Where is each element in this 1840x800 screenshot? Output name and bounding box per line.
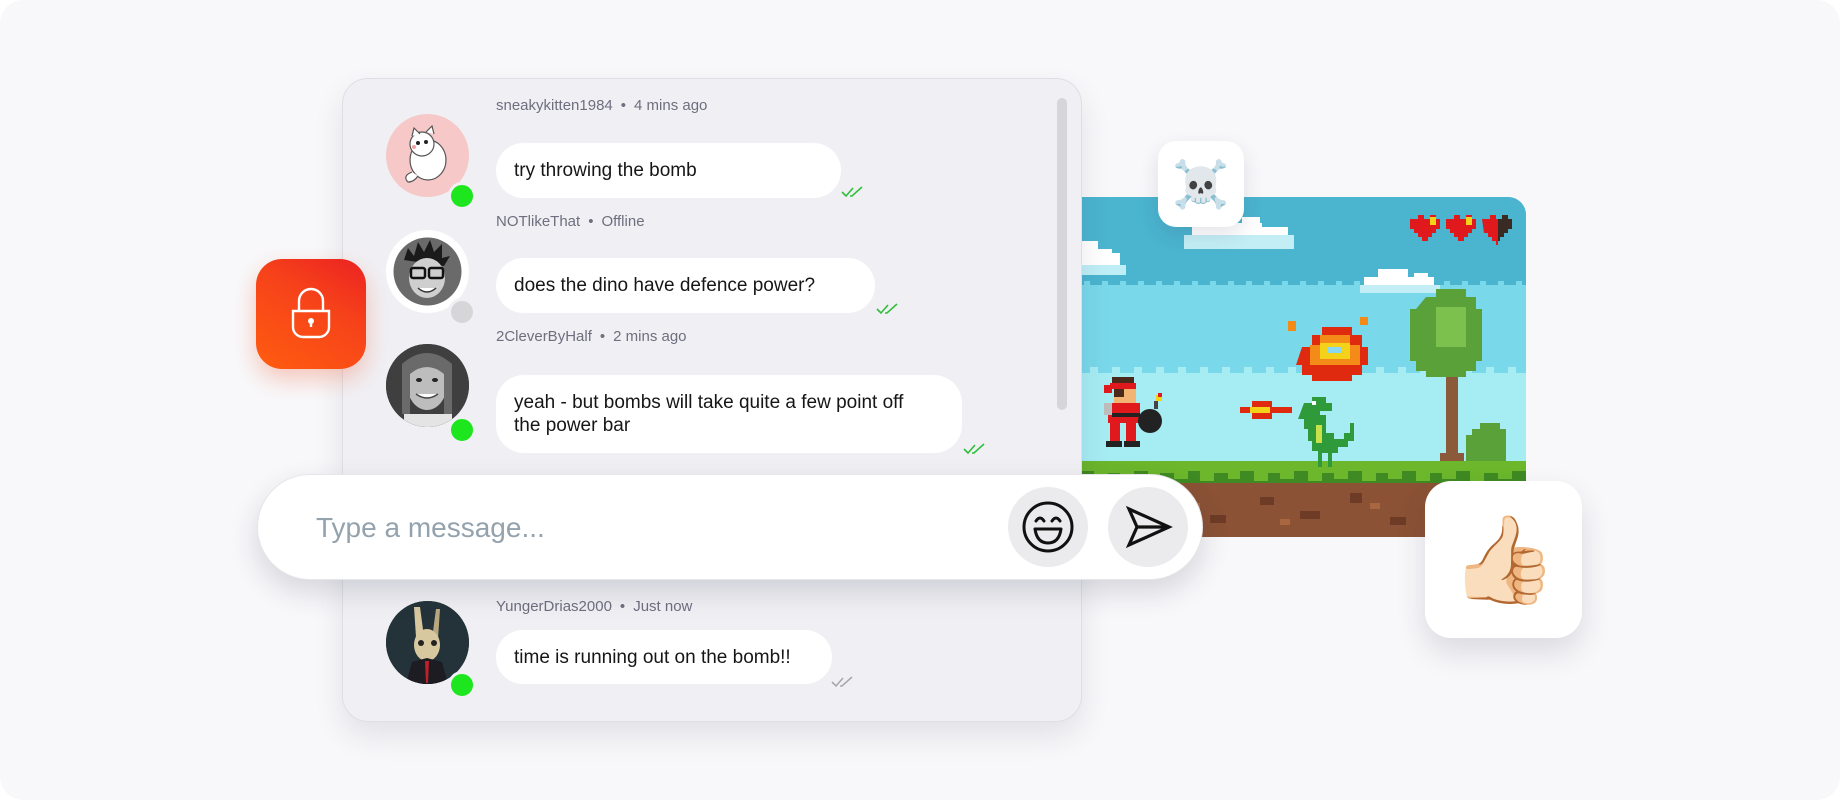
chat-panel: sneakykitten1984 • 4 mins ago try throwing… (342, 78, 1082, 722)
timestamp: 2 mins ago (613, 328, 687, 345)
thumbs-up-icon: 👍🏻 (1449, 512, 1558, 608)
message-bubble: time is running out on the bomb!! (496, 630, 832, 684)
message-composer (257, 474, 1203, 580)
separator: • (588, 213, 594, 230)
message-text: try throwing the bomb (514, 160, 697, 181)
message-meta: 2CleverByHalf • 2 mins ago (496, 328, 687, 345)
timestamp: Just now (633, 598, 693, 615)
message-meta: NOTlikeThat • Offline (496, 213, 645, 230)
username[interactable]: NOTlikeThat (496, 213, 580, 230)
canvas: sneakykitten1984 • 4 mins ago try throwing… (0, 0, 1840, 800)
username[interactable]: sneakykitten1984 (496, 97, 613, 114)
message-text: time is running out on the bomb!! (514, 647, 791, 668)
status-online-dot (448, 671, 476, 699)
separator: • (599, 328, 606, 345)
message-bubble: does the dino have defence power? (496, 258, 875, 313)
scrollbar[interactable] (1057, 98, 1067, 410)
read-receipt-icon (841, 186, 863, 198)
message-bubble: try throwing the bomb (496, 143, 841, 198)
read-receipt-icon (963, 443, 985, 455)
status-offline-dot (448, 298, 476, 326)
status-online-dot (448, 182, 476, 210)
status-online-dot (448, 416, 476, 444)
username[interactable]: YungerDrias2000 (496, 598, 612, 615)
delivered-receipt-icon (831, 676, 853, 688)
skull-crossbones-icon: ☠️ (1172, 157, 1230, 210)
timestamp: 4 mins ago (634, 97, 708, 114)
skull-reaction-tile[interactable]: ☠️ (1158, 141, 1244, 227)
message-bubble: yeah - but bombs will take quite a few p… (496, 375, 962, 453)
lock-tile[interactable] (256, 259, 366, 369)
message-text: does the dino have defence power? (514, 275, 816, 296)
send-button[interactable] (1108, 487, 1188, 567)
username[interactable]: 2CleverByHalf (496, 328, 592, 345)
emoji-button[interactable] (1008, 487, 1088, 567)
status-text: Offline (601, 213, 645, 230)
separator: • (619, 598, 626, 615)
separator: • (620, 97, 627, 114)
grinning-face-icon (1022, 501, 1074, 553)
message-meta: sneakykitten1984 • 4 mins ago (496, 97, 707, 114)
read-receipt-icon (876, 303, 898, 315)
message-text: yeah - but bombs will take quite a few p… (514, 392, 904, 436)
thumbs-up-reaction-tile[interactable]: 👍🏻 (1425, 481, 1582, 638)
send-icon (1125, 505, 1173, 549)
lock-icon (291, 287, 331, 339)
message-meta: YungerDrias2000 • Just now (496, 598, 692, 615)
health-hearts (1410, 215, 1512, 245)
avatar-woman[interactable] (386, 344, 469, 427)
woman-photo-icon (386, 344, 469, 427)
message-input[interactable] (314, 505, 938, 551)
